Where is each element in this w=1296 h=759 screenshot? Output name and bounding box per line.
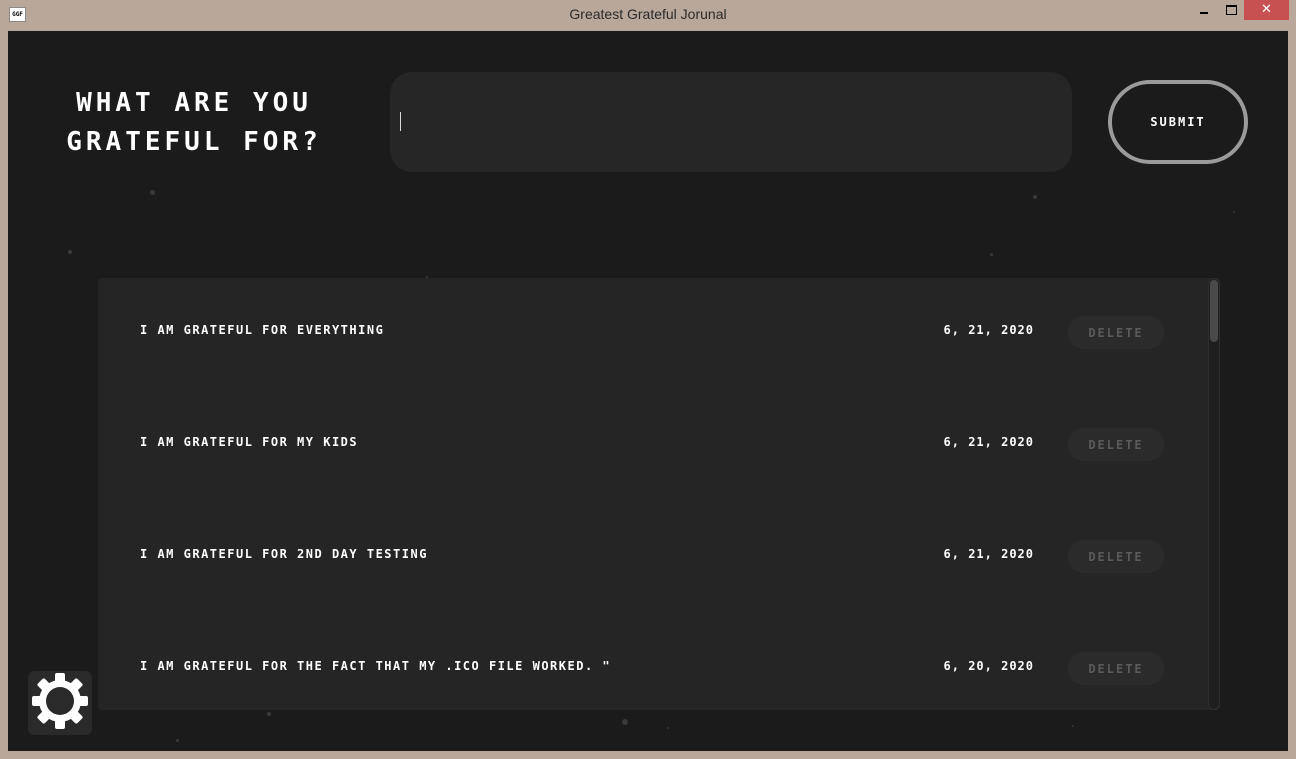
scrollbar-thumb[interactable] <box>1210 280 1218 342</box>
entry-text: I AM GRATEFUL FOR EVERYTHING <box>140 323 385 337</box>
gear-icon <box>31 672 89 734</box>
list-item: I AM GRATEFUL FOR EVERYTHING 6, 21, 2020… <box>98 306 1208 356</box>
maximize-button[interactable] <box>1218 0 1244 20</box>
delete-button[interactable]: DELETE <box>1068 540 1164 573</box>
app-client-area: WHAT ARE YOU GRATEFUL FOR? SUBMIT I AM G… <box>8 31 1288 751</box>
gratitude-prompt-heading: WHAT ARE YOU GRATEFUL FOR? <box>66 88 322 157</box>
text-caret <box>400 112 401 131</box>
entry-text: I AM GRATEFUL FOR MY KIDS <box>140 435 359 449</box>
background-star <box>667 727 669 729</box>
entry-text: I AM GRATEFUL FOR THE FACT THAT MY .ICO … <box>140 659 612 673</box>
entry-text: I AM GRATEFUL FOR 2ND DAY TESTING <box>140 547 428 561</box>
list-scrollbar[interactable] <box>1208 278 1220 710</box>
entry-date: 6, 20, 2020 <box>943 659 1034 673</box>
background-star <box>68 250 72 254</box>
close-button[interactable]: ✕ <box>1244 0 1289 20</box>
list-item: I AM GRATEFUL FOR 2ND DAY TESTING 6, 21,… <box>98 530 1208 580</box>
minimize-button[interactable] <box>1190 0 1218 20</box>
delete-button[interactable]: DELETE <box>1068 652 1164 685</box>
delete-button[interactable]: DELETE <box>1068 316 1164 349</box>
window-title: Greatest Grateful Jorunal <box>569 6 727 22</box>
background-star <box>622 719 628 725</box>
entry-date: 6, 21, 2020 <box>943 435 1034 449</box>
delete-button[interactable]: DELETE <box>1068 428 1164 461</box>
background-star <box>1072 725 1074 727</box>
background-star <box>150 190 155 195</box>
entry-date: 6, 21, 2020 <box>943 547 1034 561</box>
background-star <box>1033 195 1037 199</box>
submit-button[interactable]: SUBMIT <box>1108 80 1248 164</box>
settings-button[interactable] <box>28 671 92 735</box>
background-star <box>267 712 271 716</box>
list-item: I AM GRATEFUL FOR THE FACT THAT MY .ICO … <box>98 642 1208 692</box>
entries-list[interactable]: I AM GRATEFUL FOR EVERYTHING 6, 21, 2020… <box>98 278 1220 710</box>
background-star <box>1233 211 1235 213</box>
list-item: I AM GRATEFUL FOR MY KIDS 6, 21, 2020 DE… <box>98 418 1208 468</box>
gratitude-input[interactable] <box>390 72 1072 172</box>
background-star <box>176 739 179 742</box>
title-bar[interactable]: GGF Greatest Grateful Jorunal ✕ <box>0 0 1296 31</box>
entry-date: 6, 21, 2020 <box>943 323 1034 337</box>
background-star <box>990 253 993 256</box>
